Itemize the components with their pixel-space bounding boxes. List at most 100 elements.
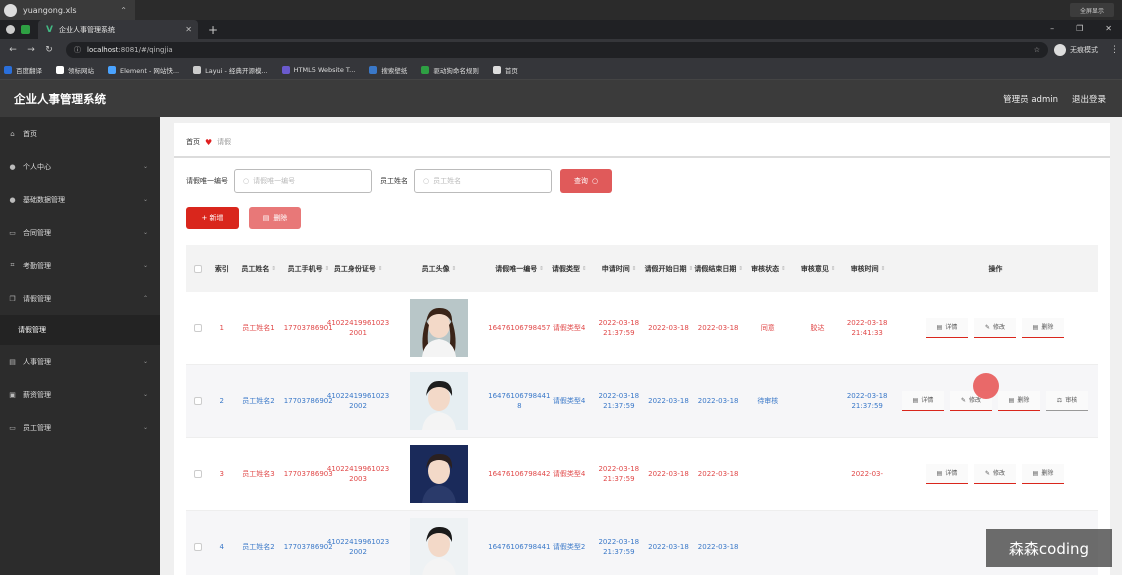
browser-tab-active[interactable]: V 企业人事管理系统 ✕: [38, 20, 198, 39]
column-header[interactable]: 请假唯一编号 ⇕: [495, 262, 545, 276]
sidebar-item[interactable]: ▣ 薪资管理 ⌄: [0, 378, 160, 411]
column-header[interactable]: 申请时间 ⇕: [594, 262, 644, 276]
current-user: 管理员 admin: [1003, 94, 1058, 105]
bookmark-item[interactable]: 搜索壁纸: [369, 65, 407, 75]
row-checkbox[interactable]: [193, 324, 202, 332]
column-header[interactable]: 员工手机号 ⇕: [284, 262, 334, 276]
new-tab-icon[interactable]: +: [208, 23, 218, 37]
sort-icon[interactable]: ⇕: [781, 262, 786, 276]
row-index: 2: [219, 397, 224, 405]
url-input[interactable]: ⓘ localhost :8081/#/qingjia ☆: [66, 42, 1048, 58]
employee-name-cell: 员工姓名2: [242, 397, 275, 405]
detail-button[interactable]: ▤ 详情: [926, 464, 968, 484]
sort-icon[interactable]: ⇕: [539, 262, 544, 276]
employee-idcard-cell: 41022419961023 2001: [326, 319, 390, 337]
chevron-down-icon: ⌄: [142, 424, 148, 431]
os-file-tab[interactable]: yuangong.xls ⌃: [0, 0, 135, 20]
sidebar-item[interactable]: ▭ 合同管理 ⌄: [0, 216, 160, 249]
row-checkbox[interactable]: [193, 397, 202, 405]
bookmark-item[interactable]: 百度翻译: [4, 65, 42, 75]
query-button[interactable]: 查询 ○: [560, 169, 612, 193]
sidebar-item[interactable]: ▭ 员工管理 ⌄: [0, 411, 160, 444]
breadcrumb: 首页 ♥ 请假: [186, 137, 231, 147]
bookmark-item[interactable]: 首页: [492, 65, 518, 75]
sort-icon[interactable]: ⇕: [881, 262, 886, 276]
row-checkbox[interactable]: [193, 543, 202, 551]
close-icon[interactable]: ✕: [185, 25, 192, 34]
forward-icon[interactable]: →: [24, 45, 38, 55]
bulk-delete-button[interactable]: ▤ 删除: [249, 207, 301, 229]
sort-icon[interactable]: ⇕: [831, 262, 836, 276]
reload-icon[interactable]: ↻: [42, 45, 56, 55]
delete-button[interactable]: ▤ 删除: [1022, 464, 1064, 484]
column-header[interactable]: 审核意见 ⇕: [793, 262, 843, 276]
incognito-badge[interactable]: 无痕模式: [1054, 44, 1098, 56]
sort-icon[interactable]: ⇕: [632, 262, 637, 276]
column-header[interactable]: 员工姓名 ⇕: [234, 262, 284, 276]
sidebar-item[interactable]: ⌗ 考勤管理 ⌄: [0, 249, 160, 282]
delete-button[interactable]: ▤ 删除: [1022, 318, 1064, 338]
restore-icon[interactable]: ❐: [1076, 24, 1083, 33]
sort-icon[interactable]: ⇕: [452, 262, 457, 276]
column-header[interactable]: 审核状态 ⇕: [744, 262, 794, 276]
sidebar-item[interactable]: ● 个人中心 ⌄: [0, 150, 160, 183]
logout-link[interactable]: 退出登录: [1072, 93, 1106, 105]
sort-icon[interactable]: ⇕: [271, 262, 276, 276]
audit-opinion-cell: 胶达: [810, 324, 825, 332]
bookmark-item[interactable]: 领标网站: [56, 65, 94, 75]
breadcrumb-home[interactable]: 首页: [186, 137, 200, 147]
search-icon: ○: [591, 177, 599, 185]
chevron-down-icon: ⌄: [142, 229, 148, 236]
row-checkbox[interactable]: [193, 470, 202, 478]
info-icon[interactable]: ⓘ: [74, 45, 81, 55]
leave-no-input[interactable]: ○ 请假唯一编号: [234, 169, 372, 193]
leave-end-cell: 2022-03-18: [697, 543, 739, 551]
sort-icon[interactable]: ⇕: [689, 262, 694, 276]
apply-time-cell: 2022-03-18 21:37:59: [598, 392, 640, 410]
delete-button[interactable]: ▤ 删除: [998, 391, 1040, 411]
edit-button[interactable]: ✎ 修改: [974, 318, 1016, 338]
sort-icon[interactable]: ⇕: [325, 262, 330, 276]
column-header[interactable]: 请假结束日期 ⇕: [694, 262, 744, 276]
select-all-checkbox[interactable]: [193, 264, 202, 273]
sidebar-subitem-leave[interactable]: 请假管理: [0, 315, 160, 345]
close-window-icon[interactable]: ✕: [1105, 24, 1112, 33]
content-panel: 首页 ♥ 请假 请假唯一编号 ○ 请假唯一编号 员工姓名 ○ 员工姓名 查询 ○…: [174, 123, 1110, 575]
employee-name-input[interactable]: ○ 员工姓名: [414, 169, 552, 193]
sort-icon[interactable]: ⇕: [738, 262, 743, 276]
bookmark-item[interactable]: Element - 网站快...: [108, 65, 179, 75]
edit-button[interactable]: ✎ 修改: [974, 464, 1016, 484]
sort-icon[interactable]: ⇕: [378, 262, 383, 276]
column-header[interactable]: 员工身份证号 ⇕: [333, 262, 383, 276]
sidebar-item[interactable]: ⌂ 首页: [0, 117, 160, 150]
minimize-icon[interactable]: –: [1050, 24, 1054, 33]
column-header[interactable]: 索引: [210, 262, 234, 276]
sidebar-item[interactable]: ● 基础数据管理 ⌄: [0, 183, 160, 216]
column-header[interactable]: 审核时间 ⇕: [843, 262, 893, 276]
chevron-up-icon[interactable]: ⌃: [120, 6, 127, 15]
detail-button[interactable]: ▤ 详情: [902, 391, 944, 411]
add-button[interactable]: + 新增: [186, 207, 239, 229]
leave-start-cell: 2022-03-18: [648, 543, 689, 551]
column-header-label: 请假唯一编号: [495, 264, 538, 273]
employee-name-label: 员工姓名: [380, 177, 408, 185]
back-icon[interactable]: ←: [6, 45, 20, 55]
tab-favicon-icon[interactable]: [21, 25, 30, 34]
fullscreen-button[interactable]: 全屏显示: [1070, 3, 1114, 17]
column-header[interactable]: 请假开始日期 ⇕: [644, 262, 694, 276]
more-menu-icon[interactable]: ⋮: [1110, 45, 1119, 55]
column-header[interactable]: 员工头像 ⇕: [383, 262, 495, 276]
bookmark-item[interactable]: 驱动狗命名规则: [421, 65, 479, 75]
audit-button[interactable]: ⚖ 审核: [1046, 391, 1088, 411]
bookmark-item[interactable]: Layui - 经典开源模...: [193, 65, 268, 75]
detail-button[interactable]: ▤ 详情: [926, 318, 968, 338]
apply-time-cell: 2022-03-18 21:37:59: [598, 538, 640, 556]
audit-status-cell: 待审核: [757, 397, 779, 405]
star-icon[interactable]: ☆: [1034, 46, 1040, 54]
sort-icon[interactable]: ⇕: [582, 262, 587, 276]
edit-button-label: 修改: [993, 323, 1006, 331]
column-header[interactable]: 请假类型 ⇕: [544, 262, 594, 276]
sidebar-item[interactable]: ❐ 请假管理 ⌃: [0, 282, 160, 315]
bookmark-item[interactable]: HTML5 Website T...: [281, 66, 355, 74]
sidebar-item[interactable]: ▤ 人事管理 ⌄: [0, 345, 160, 378]
